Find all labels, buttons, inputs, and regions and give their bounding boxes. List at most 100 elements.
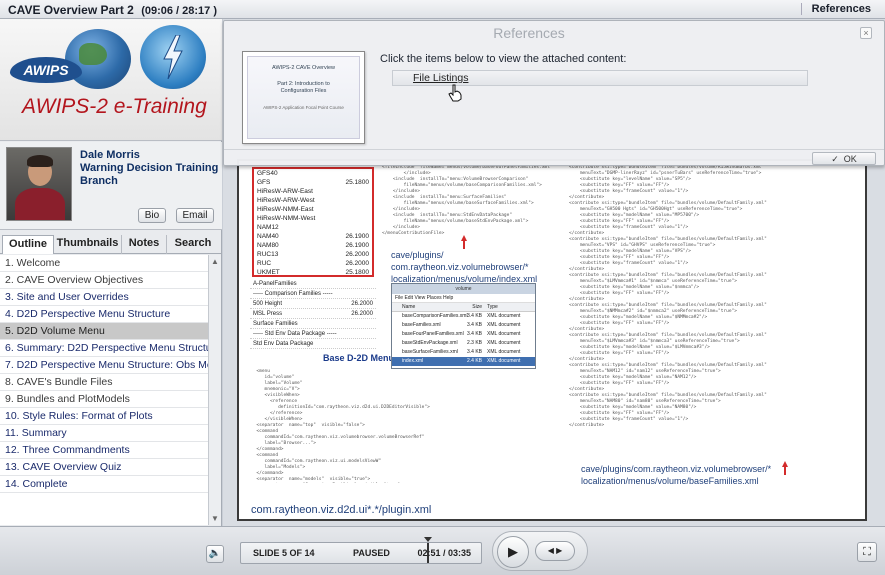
thumb-line2: Part 2: Introduction to	[277, 81, 330, 87]
file-browser-figure: volume File Edit View Places Help Name S…	[391, 283, 536, 369]
family-name: Surface Families	[253, 321, 298, 327]
model-name: RUC	[257, 260, 272, 267]
main-content: GFS40 GFS 25.1800 HiResW-ARW-East HiResW-ARW…	[223, 19, 885, 526]
outline-item[interactable]: 6. Summary: D2D Perspective Menu Structu…	[0, 340, 208, 357]
play-button[interactable]: ▶	[497, 536, 529, 568]
file-size: 2.3 KB	[466, 340, 482, 346]
model-res: 26.2000	[345, 251, 370, 258]
file-row: baseStdEnvPackage.xml 2.3 KB XML document	[392, 339, 535, 348]
presenter-card: Dale Morris Warning Decision Training Br…	[0, 142, 222, 230]
family-name: ----- Std Env Data Package -----	[253, 331, 337, 337]
model-name: RUC13	[257, 251, 279, 258]
sidebar-tabs: Outline Thumbnails Notes Search	[0, 233, 222, 254]
file-type: XML document	[487, 340, 521, 346]
model-name: HiResW-ARW-West	[257, 197, 315, 204]
file-name: index.xml	[402, 358, 424, 364]
outline-item[interactable]: 4. D2D Perspective Menu Structure	[0, 306, 208, 323]
model-name: UKMET	[257, 269, 280, 276]
model-name: NAM12	[257, 224, 279, 231]
left-panel: AWIPS AWIPS-2 e-Training Dale Morris War…	[0, 19, 222, 526]
thumb-line2-3: Part 2: Introduction to Configuration Fi…	[248, 81, 359, 95]
globe-icon	[65, 29, 131, 89]
plugin-xml-code: <menu id="volume" label="Volume" mnemoni…	[256, 369, 430, 482]
model-menu-row: RUC 26.2000	[254, 259, 372, 268]
prev-next-button[interactable]: ◀ ▶	[535, 541, 575, 561]
outline-item[interactable]: 2. CAVE Overview Objectives	[0, 272, 208, 289]
path-index-xml: cave/plugins/ com.raytheon.viz.volumebro…	[391, 250, 538, 284]
references-button[interactable]: References	[800, 3, 871, 15]
presenter-photo	[6, 147, 72, 221]
lightning-icon	[163, 35, 183, 79]
outline-item[interactable]: 10. Style Rules: Format of Plots	[0, 408, 208, 425]
thumb-line3: Configuration Files	[280, 88, 327, 94]
outline-item[interactable]: 11. Summary	[0, 425, 208, 442]
references-panel: References × AWIPS-2 CAVE Overview Part …	[223, 20, 885, 166]
base-families-xml-code: <contribute xsi:type="bundleItem" file="…	[569, 165, 767, 428]
title-bar: CAVE Overview Part 2 (09:06 / 28:17 ) Re…	[0, 0, 885, 19]
awips-logo-text: AWIPS	[10, 57, 82, 83]
slide-canvas: GFS40 GFS 25.1800 HiResW-ARW-East HiResW-ARW…	[237, 159, 867, 521]
col-type: Type	[487, 304, 498, 310]
outline-list: 1. Welcome 2. CAVE Overview Objectives 3. …	[0, 255, 208, 525]
families-menu-row: ----- Comparison Families -----	[250, 289, 376, 299]
file-type: XML document	[487, 322, 521, 328]
outline-item[interactable]: 7. D2D Perspective Menu Structure: Obs M…	[0, 357, 208, 374]
playback-timer: 02:51 / 03:35	[417, 548, 471, 558]
model-menu-row: HiResW-ARW-East	[254, 187, 372, 196]
file-row: baseComparisonFamilies.xml 3.4 KB XML docu…	[392, 312, 535, 321]
bio-button[interactable]: Bio	[138, 208, 166, 223]
file-type: XML document	[487, 358, 521, 364]
outline-item[interactable]: 13. CAVE Overview Quiz	[0, 459, 208, 476]
model-res: 26.1900	[345, 242, 370, 249]
model-menu-row: HiResW-NMM-West	[254, 214, 372, 223]
model-res: 26.2000	[345, 260, 370, 267]
scroll-down-icon[interactable]: ▼	[211, 514, 219, 523]
file-browser-title: volume	[392, 284, 535, 294]
file-name: baseSurfaceFamilies.xml	[402, 349, 458, 355]
file-type: XML document	[487, 313, 521, 319]
outline-item[interactable]: 8. CAVE's Bundle Files	[0, 374, 208, 391]
model-name: HiResW-NMM-East	[257, 206, 314, 213]
tab-search[interactable]: Search	[167, 235, 219, 254]
tab-notes[interactable]: Notes	[122, 235, 167, 254]
outline-item[interactable]: 9. Bundles and PlotModels	[0, 391, 208, 408]
course-title-text: CAVE Overview Part 2	[8, 3, 134, 17]
outline-item[interactable]: 5. D2D Volume Menu	[0, 323, 208, 340]
outline-scrollbar[interactable]: ▲ ▼	[208, 255, 221, 525]
outline-item[interactable]: 14. Complete	[0, 476, 208, 493]
file-size: 3.4 KB	[466, 322, 482, 328]
col-name: Name	[402, 304, 416, 310]
scroll-up-icon[interactable]: ▲	[211, 257, 219, 266]
close-icon[interactable]: ×	[860, 27, 872, 39]
ok-button[interactable]: ✓ OK	[812, 152, 876, 165]
file-type: XML document	[487, 349, 521, 355]
file-row: index.xml 2.4 KB XML document	[392, 357, 535, 366]
families-menu-row: ----- Std Env Data Package -----	[250, 329, 376, 339]
fullscreen-icon[interactable]: ⛶	[857, 542, 877, 562]
tab-outline[interactable]: Outline	[2, 235, 54, 254]
course-time: (09:06 / 28:17 )	[141, 5, 218, 17]
model-res: 25.1800	[345, 269, 370, 276]
model-menu-row: NAM80 26.1900	[254, 241, 372, 250]
presenter-info: Dale Morris Warning Decision Training Br…	[80, 149, 218, 188]
outline-item[interactable]: 1. Welcome	[0, 255, 208, 272]
volume-icon[interactable]: 🔈	[206, 545, 224, 563]
tab-thumbnails[interactable]: Thumbnails	[54, 235, 122, 254]
awips-logo: AWIPS	[10, 27, 131, 97]
nws-lightning-logo	[140, 25, 206, 89]
slide-counter: SLIDE 5 OF 14	[253, 548, 315, 558]
outline-item[interactable]: 3. Site and User Overrides	[0, 289, 208, 306]
progress-marker-icon[interactable]	[424, 537, 433, 542]
email-button[interactable]: Email	[176, 208, 214, 223]
thumb-line1: AWIPS-2 CAVE Overview	[272, 65, 335, 71]
playback-status: SLIDE 5 OF 14 PAUSED 02:51 / 03:35	[240, 537, 482, 564]
path-base-families: cave/plugins/com.raytheon.viz.volumebrow…	[581, 464, 772, 486]
reference-thumbnail[interactable]: AWIPS-2 CAVE Overview Part 2: Introducti…	[242, 51, 365, 144]
model-res: 25.1800	[345, 179, 370, 186]
file-name: baseFamilies.xml	[402, 322, 441, 328]
outline-item[interactable]: 12. Three Commandments	[0, 442, 208, 459]
families-menu-row: A-PanelFamilies	[250, 279, 376, 289]
playback-buttons: ▶ ◀ ▶	[492, 531, 588, 571]
file-row: baseFourPanelFamilies.xml 3.4 KB XML docum…	[392, 330, 535, 339]
course-title: CAVE Overview Part 2 (09:06 / 28:17 )	[8, 3, 217, 17]
